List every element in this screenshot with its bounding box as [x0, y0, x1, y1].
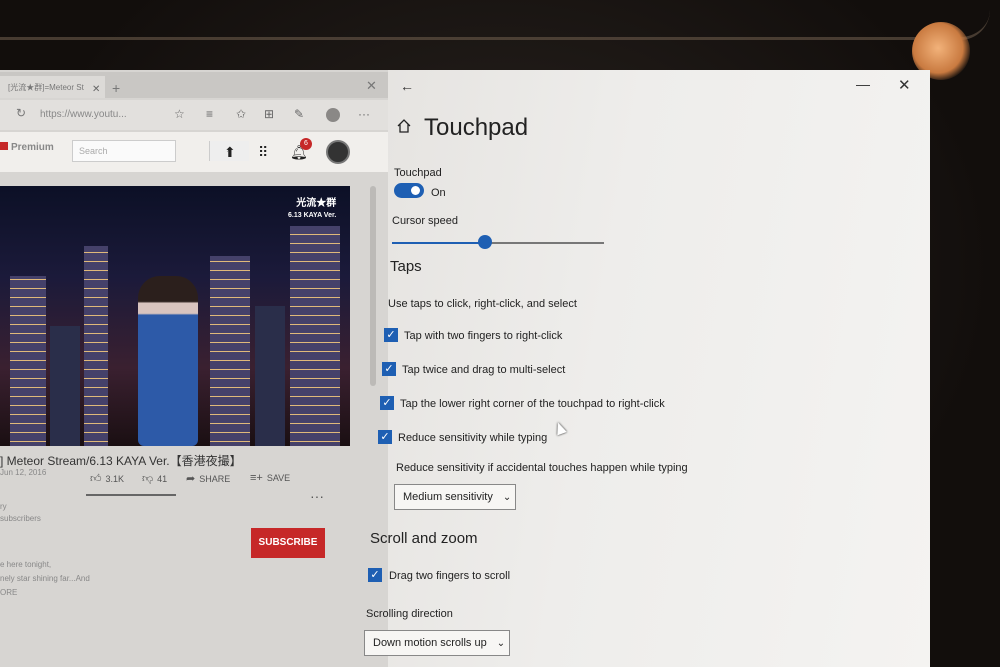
- checkbox-two-finger-right-click[interactable]: ✓: [384, 328, 398, 342]
- checkbox-tap-twice-drag[interactable]: ✓: [382, 362, 396, 376]
- apps-grid-icon[interactable]: ⠿: [258, 144, 268, 161]
- laptop-lid-edge: [0, 10, 990, 40]
- taps-description: Use taps to click, right-click, and sele…: [388, 298, 577, 310]
- channel-name: ry: [0, 502, 7, 511]
- url-field[interactable]: https://www.youtu...: [40, 106, 160, 124]
- taps-heading: Taps: [390, 258, 422, 275]
- tab-title: [光流★群]=Meteor St: [8, 83, 84, 92]
- like-button[interactable]: 👍︎ 3.1K: [90, 472, 124, 485]
- feedback-icon[interactable]: ✎: [294, 107, 304, 121]
- more-icon[interactable]: ···: [358, 107, 370, 121]
- cursor-speed-label: Cursor speed: [392, 215, 459, 227]
- youtube-avatar[interactable]: [326, 140, 350, 164]
- close-icon[interactable]: ✕: [898, 76, 911, 94]
- new-tab-icon[interactable]: +: [112, 80, 120, 96]
- sensitivity-value: Medium sensitivity: [403, 491, 493, 503]
- more-actions-icon[interactable]: ···: [310, 488, 324, 504]
- checkbox-lower-right-corner[interactable]: ✓: [380, 396, 394, 410]
- show-more-link[interactable]: ORE: [0, 588, 17, 597]
- video-date: Jun 12, 2016: [0, 468, 47, 477]
- video-title: ] Meteor Stream/6.13 KAYA Ver.【香港夜撮】: [0, 454, 242, 468]
- upload-icon[interactable]: ⬆: [224, 144, 236, 161]
- like-count: 3.1K: [105, 474, 125, 484]
- checkbox-label: Drag two fingers to scroll: [389, 570, 511, 582]
- description-line: e here tonight,: [0, 560, 52, 569]
- chevron-down-icon: ⌄: [502, 492, 512, 503]
- settings-window: ← — ✕ Touchpad Touchpad On Cursor speed …: [364, 70, 930, 667]
- youtube-logo[interactable]: Premium: [0, 142, 54, 153]
- favorites-icon[interactable]: ✩: [236, 107, 246, 121]
- subscribe-button[interactable]: SUBSCRIBE: [251, 528, 325, 558]
- checkbox-label: Reduce sensitivity while typing: [398, 432, 548, 444]
- minimize-icon[interactable]: —: [856, 76, 870, 92]
- subscriber-count: subscribers: [0, 514, 41, 523]
- browser-scrollbar[interactable]: [370, 186, 376, 386]
- building: [210, 256, 250, 446]
- touchpad-state: On: [431, 187, 446, 199]
- thumbs-down-icon: 👎︎: [142, 473, 154, 485]
- share-icon: ➦: [186, 473, 196, 485]
- touchpad-toggle[interactable]: [394, 183, 424, 198]
- dislike-button[interactable]: 👎︎ 41: [142, 472, 167, 485]
- sensitivity-dropdown[interactable]: Medium sensitivity ⌄: [394, 484, 516, 510]
- slider-fill: [392, 242, 486, 244]
- profile-avatar[interactable]: [326, 108, 340, 122]
- video-player[interactable]: 光流★群 6.13 KAYA Ver.: [0, 186, 350, 446]
- reload-icon[interactable]: ↻: [16, 106, 26, 120]
- collections-icon[interactable]: ⊞: [264, 107, 274, 121]
- checkbox-label: Tap with two fingers to right-click: [404, 330, 563, 342]
- thumbs-up-icon: 👍︎: [90, 473, 102, 485]
- like-ratio-bar: [86, 494, 176, 496]
- scroll-direction-label: Scrolling direction: [366, 608, 453, 620]
- chevron-down-icon: ⌄: [496, 638, 506, 649]
- sensitivity-description: Reduce sensitivity if accidental touches…: [396, 462, 688, 474]
- overlay-line-1: 光流★群: [296, 198, 337, 209]
- save-button[interactable]: ≡+ SAVE: [250, 472, 290, 484]
- browser-tab[interactable]: [光流★群]=Meteor St: [0, 76, 105, 98]
- youtube-search-input[interactable]: Search ⌕: [72, 140, 249, 162]
- description-line: nely star shining far...And: [0, 574, 90, 583]
- share-label: SHARE: [199, 474, 231, 484]
- back-arrow-icon[interactable]: ←: [400, 78, 414, 94]
- search-placeholder: Search: [79, 146, 108, 156]
- browser-tab-bar: [光流★群]=Meteor St ✕ + ✕: [0, 72, 388, 98]
- scroll-zoom-heading: Scroll and zoom: [370, 530, 478, 547]
- building: [255, 306, 285, 446]
- checkbox-drag-two-fingers[interactable]: ✓: [368, 568, 382, 582]
- browser-window: [光流★群]=Meteor St ✕ + ✕ ↻ https://www.you…: [0, 70, 388, 667]
- page-title: Touchpad: [424, 114, 529, 141]
- checkbox-reduce-sensitivity[interactable]: ✓: [378, 430, 392, 444]
- youtube-play-icon: [0, 142, 8, 150]
- slider-thumb[interactable]: [478, 235, 493, 249]
- building: [50, 326, 80, 446]
- home-icon: [397, 119, 411, 133]
- scroll-direction-value: Down motion scrolls up: [373, 637, 487, 649]
- checkbox-label: Tap twice and drag to multi-select: [402, 364, 566, 376]
- tab-close-icon[interactable]: ✕: [92, 84, 100, 95]
- building: [290, 226, 340, 446]
- save-label: SAVE: [266, 473, 291, 483]
- scroll-direction-dropdown[interactable]: Down motion scrolls up ⌄: [364, 630, 510, 656]
- browser-close-icon[interactable]: ✕: [366, 78, 377, 94]
- address-bar: ↻ https://www.youtu... ☆ ≡ ✩ ⊞ ✎ ···: [0, 100, 388, 130]
- youtube-header: Premium Search ⌕ ⬆ ⠿ 🔔︎ 6: [0, 132, 388, 172]
- building: [10, 276, 46, 446]
- video-overlay-text: 光流★群 6.13 KAYA Ver.: [288, 198, 336, 222]
- notification-badge: 6: [300, 138, 312, 150]
- video-person: [138, 276, 198, 446]
- playlist-add-icon: ≡+: [250, 472, 263, 484]
- cursor-speed-slider[interactable]: [392, 242, 604, 244]
- reading-list-icon[interactable]: ≡: [206, 107, 213, 121]
- mouse-cursor: [553, 420, 567, 436]
- youtube-logo-text: Premium: [11, 142, 54, 153]
- laptop-screen: [光流★群]=Meteor St ✕ + ✕ ↻ https://www.you…: [0, 70, 930, 667]
- touchpad-label: Touchpad: [394, 167, 442, 179]
- share-button[interactable]: ➦ SHARE: [186, 472, 230, 485]
- favorite-star-icon[interactable]: ☆: [174, 107, 185, 121]
- checkbox-label: Tap the lower right corner of the touchp…: [400, 398, 665, 410]
- building: [84, 246, 108, 446]
- overlay-line-2: 6.13 KAYA Ver.: [288, 212, 337, 219]
- dislike-count: 41: [157, 474, 168, 484]
